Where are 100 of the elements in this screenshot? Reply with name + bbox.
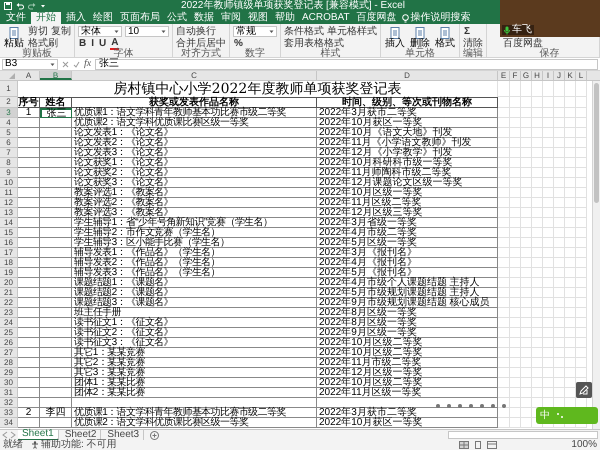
vertical-scrollbar[interactable]: [592, 81, 600, 429]
row-header[interactable]: 3: [0, 108, 18, 118]
row-header[interactable]: 24: [0, 318, 18, 328]
ribbon-button[interactable]: 自动换行: [176, 26, 216, 36]
column-header[interactable]: L: [576, 71, 587, 80]
ribbon-button[interactable]: B: [78, 38, 88, 48]
undo-icon[interactable]: [16, 2, 24, 10]
row-header[interactable]: 7: [0, 148, 18, 158]
normal-view-icon[interactable]: [459, 441, 470, 449]
row-header[interactable]: 12: [0, 198, 18, 208]
row-header[interactable]: 5: [0, 128, 18, 138]
ribbon-tab[interactable]: 开始: [31, 12, 61, 24]
column-header[interactable]: C: [72, 71, 317, 80]
row-header[interactable]: 16: [0, 238, 18, 248]
row-header[interactable]: 25: [0, 328, 18, 338]
cancel-icon[interactable]: [62, 60, 69, 68]
row-header[interactable]: 27: [0, 348, 18, 358]
ribbon-button[interactable]: 删除: [409, 25, 431, 49]
ribbon-button[interactable]: 复制: [51, 26, 71, 36]
ribbon-tab[interactable]: 审阅: [219, 12, 243, 24]
column-header[interactable]: K: [565, 71, 576, 80]
table-cell: 2022年8月区级一等奖: [317, 308, 498, 318]
ribbon-tab[interactable]: 视图: [246, 12, 270, 24]
ribbon-tab[interactable]: 文件: [4, 12, 28, 24]
ribbon-button[interactable]: 合并后居中: [176, 38, 226, 48]
column-header[interactable]: D: [317, 71, 498, 80]
dropdown-field[interactable]: 10: [125, 26, 169, 37]
ribbon-tab[interactable]: 公式: [165, 12, 189, 24]
dropdown-field[interactable]: 常规: [233, 26, 277, 37]
column-header[interactable]: J: [554, 71, 565, 80]
row-header[interactable]: 9: [0, 168, 18, 178]
ribbon-button[interactable]: 单元格样式: [327, 26, 377, 36]
ribbon-tab[interactable]: 页面布局: [118, 12, 162, 24]
formula-field[interactable]: 张三: [95, 58, 598, 70]
sheet-tab[interactable]: Sheet1: [18, 430, 59, 440]
ribbon-button[interactable]: U: [98, 38, 108, 48]
ribbon-tab[interactable]: ACROBAT: [300, 12, 352, 24]
row-header[interactable]: 17: [0, 248, 18, 258]
ribbon-button[interactable]: Σ: [463, 26, 472, 36]
ribbon-tab[interactable]: 数据: [192, 12, 216, 24]
horizontal-scrollbar[interactable]: [448, 431, 598, 439]
column-header[interactable]: H: [532, 71, 543, 80]
add-sheet-icon[interactable]: [150, 430, 160, 440]
row-header[interactable]: 20: [0, 278, 18, 288]
row-header[interactable]: 32: [0, 398, 18, 408]
row-header[interactable]: 19: [0, 268, 18, 278]
ribbon-tab[interactable]: 帮助: [273, 12, 297, 24]
dropdown-field[interactable]: 宋体: [78, 26, 122, 37]
ribbon-tab[interactable]: 绘图: [91, 12, 115, 24]
function-button[interactable]: fx: [84, 59, 92, 69]
redo-icon[interactable]: [28, 2, 36, 10]
row-header[interactable]: 33: [0, 408, 18, 418]
row-header[interactable]: 28: [0, 358, 18, 368]
row-header[interactable]: 10: [0, 178, 18, 188]
row-header[interactable]: 29: [0, 368, 18, 378]
row-header[interactable]: 4: [0, 118, 18, 128]
ribbon-button[interactable]: I: [90, 38, 96, 48]
ribbon-button[interactable]: %: [233, 38, 244, 48]
group-label: 编辑: [463, 49, 483, 58]
column-header[interactable]: F: [510, 71, 521, 80]
caret-icon[interactable]: [40, 3, 46, 9]
ribbon-button[interactable]: 剪切: [28, 26, 48, 36]
row-header[interactable]: 13: [0, 208, 18, 218]
ribbon-button[interactable]: 百度网盘: [503, 38, 543, 48]
row-header[interactable]: 22: [0, 298, 18, 308]
row-header[interactable]: 11: [0, 188, 18, 198]
row-header[interactable]: 2: [0, 97, 18, 108]
check-icon[interactable]: [73, 60, 80, 68]
column-header[interactable]: B: [40, 71, 72, 80]
scrollbar-thumb[interactable]: [594, 83, 599, 203]
ribbon-button[interactable]: 粘贴: [3, 25, 25, 49]
name-box[interactable]: B3: [2, 58, 58, 70]
row-header[interactable]: 15: [0, 228, 18, 238]
row-header[interactable]: 6: [0, 138, 18, 148]
ribbon-button[interactable]: 插入: [384, 25, 406, 49]
edit-icon[interactable]: [576, 382, 592, 398]
save-icon[interactable]: [4, 2, 12, 10]
row-header[interactable]: 18: [0, 258, 18, 268]
search-field[interactable]: 操作说明搜索: [410, 13, 471, 23]
ribbon-button[interactable]: 套用表格格式: [284, 38, 344, 48]
row-header[interactable]: 21: [0, 288, 18, 298]
ribbon-button[interactable]: 格式刷: [28, 38, 58, 48]
row-header[interactable]: 8: [0, 158, 18, 168]
ribbon-button[interactable]: 格式: [434, 25, 456, 49]
ribbon-button[interactable]: 条件格式: [284, 26, 324, 36]
column-header[interactable]: E: [498, 71, 510, 80]
column-header[interactable]: I: [543, 71, 554, 80]
page-layout-icon[interactable]: [473, 441, 484, 449]
ribbon-tab[interactable]: 插入: [64, 12, 88, 24]
ribbon-tab[interactable]: 百度网盘: [354, 12, 399, 24]
row-header[interactable]: 31: [0, 388, 18, 398]
column-header[interactable]: G: [521, 71, 532, 80]
row-header[interactable]: 26: [0, 338, 18, 348]
row-header[interactable]: 14: [0, 218, 18, 228]
page-break-icon[interactable]: [487, 441, 498, 449]
ribbon-button[interactable]: 清除: [463, 38, 483, 48]
row-header[interactable]: 1: [0, 81, 18, 97]
row-header[interactable]: 23: [0, 308, 18, 318]
row-header[interactable]: 34: [0, 418, 18, 428]
row-header[interactable]: 30: [0, 378, 18, 388]
